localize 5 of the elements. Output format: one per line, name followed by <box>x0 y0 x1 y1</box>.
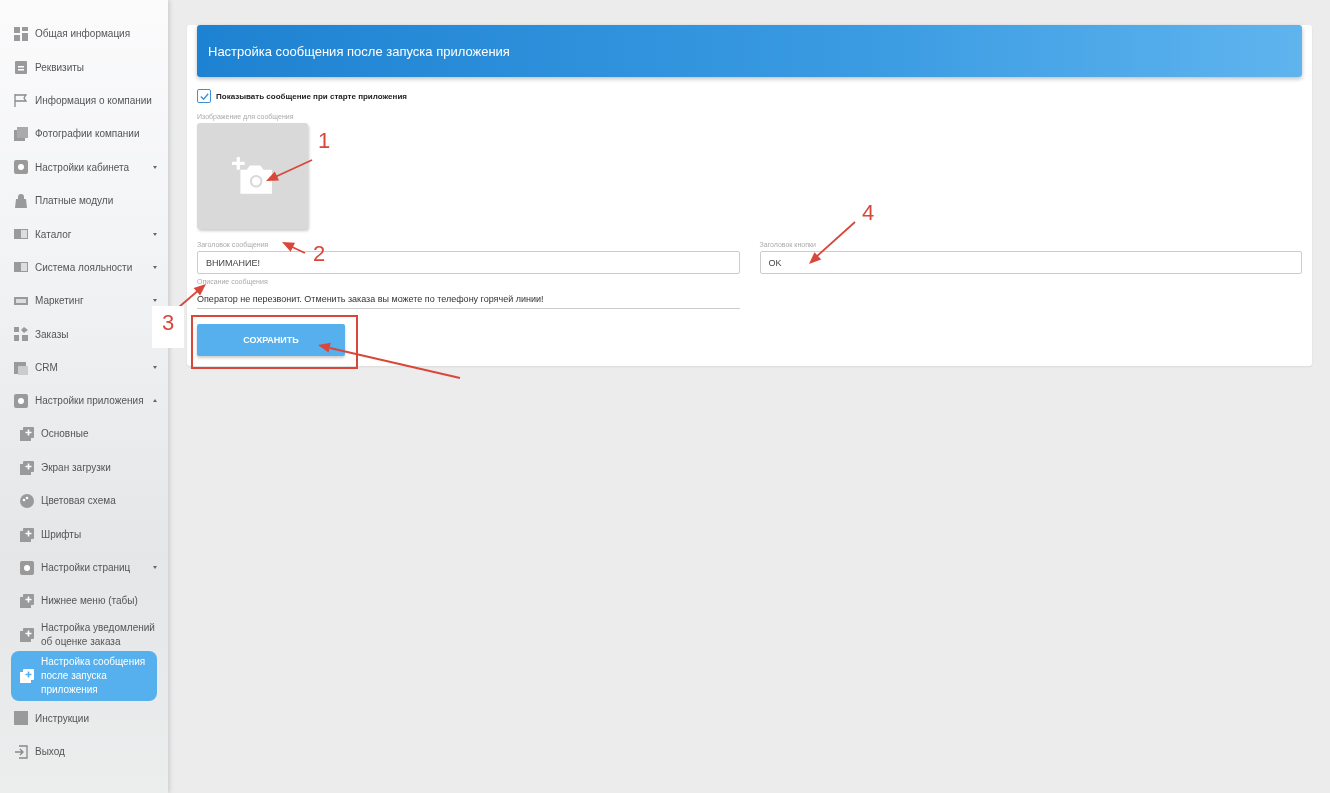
annotation-number: 1 <box>318 128 331 154</box>
annotation-tooltip: 3 <box>152 306 185 348</box>
annotation-number: 4 <box>862 200 875 226</box>
card-title: Настройка сообщения после запуска приложения <box>208 43 510 59</box>
checkbox-label: Показывать сообщение при старте приложения <box>216 91 407 101</box>
